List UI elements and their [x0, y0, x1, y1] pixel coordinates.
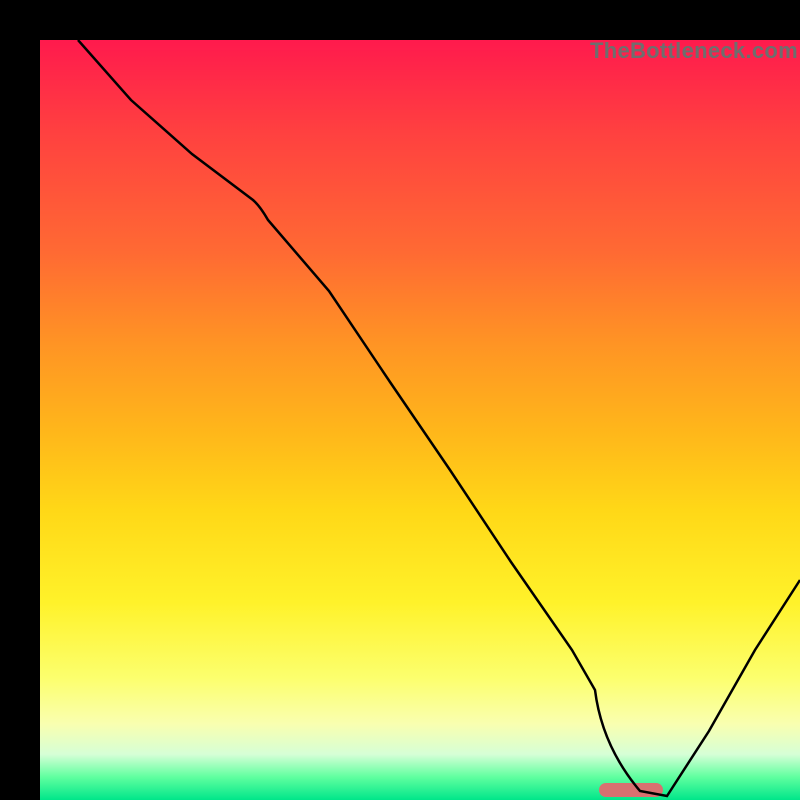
bottleneck-curve — [40, 40, 800, 800]
plot-area: TheBottleneck.com — [40, 40, 800, 800]
chart-frame: TheBottleneck.com — [0, 0, 800, 800]
